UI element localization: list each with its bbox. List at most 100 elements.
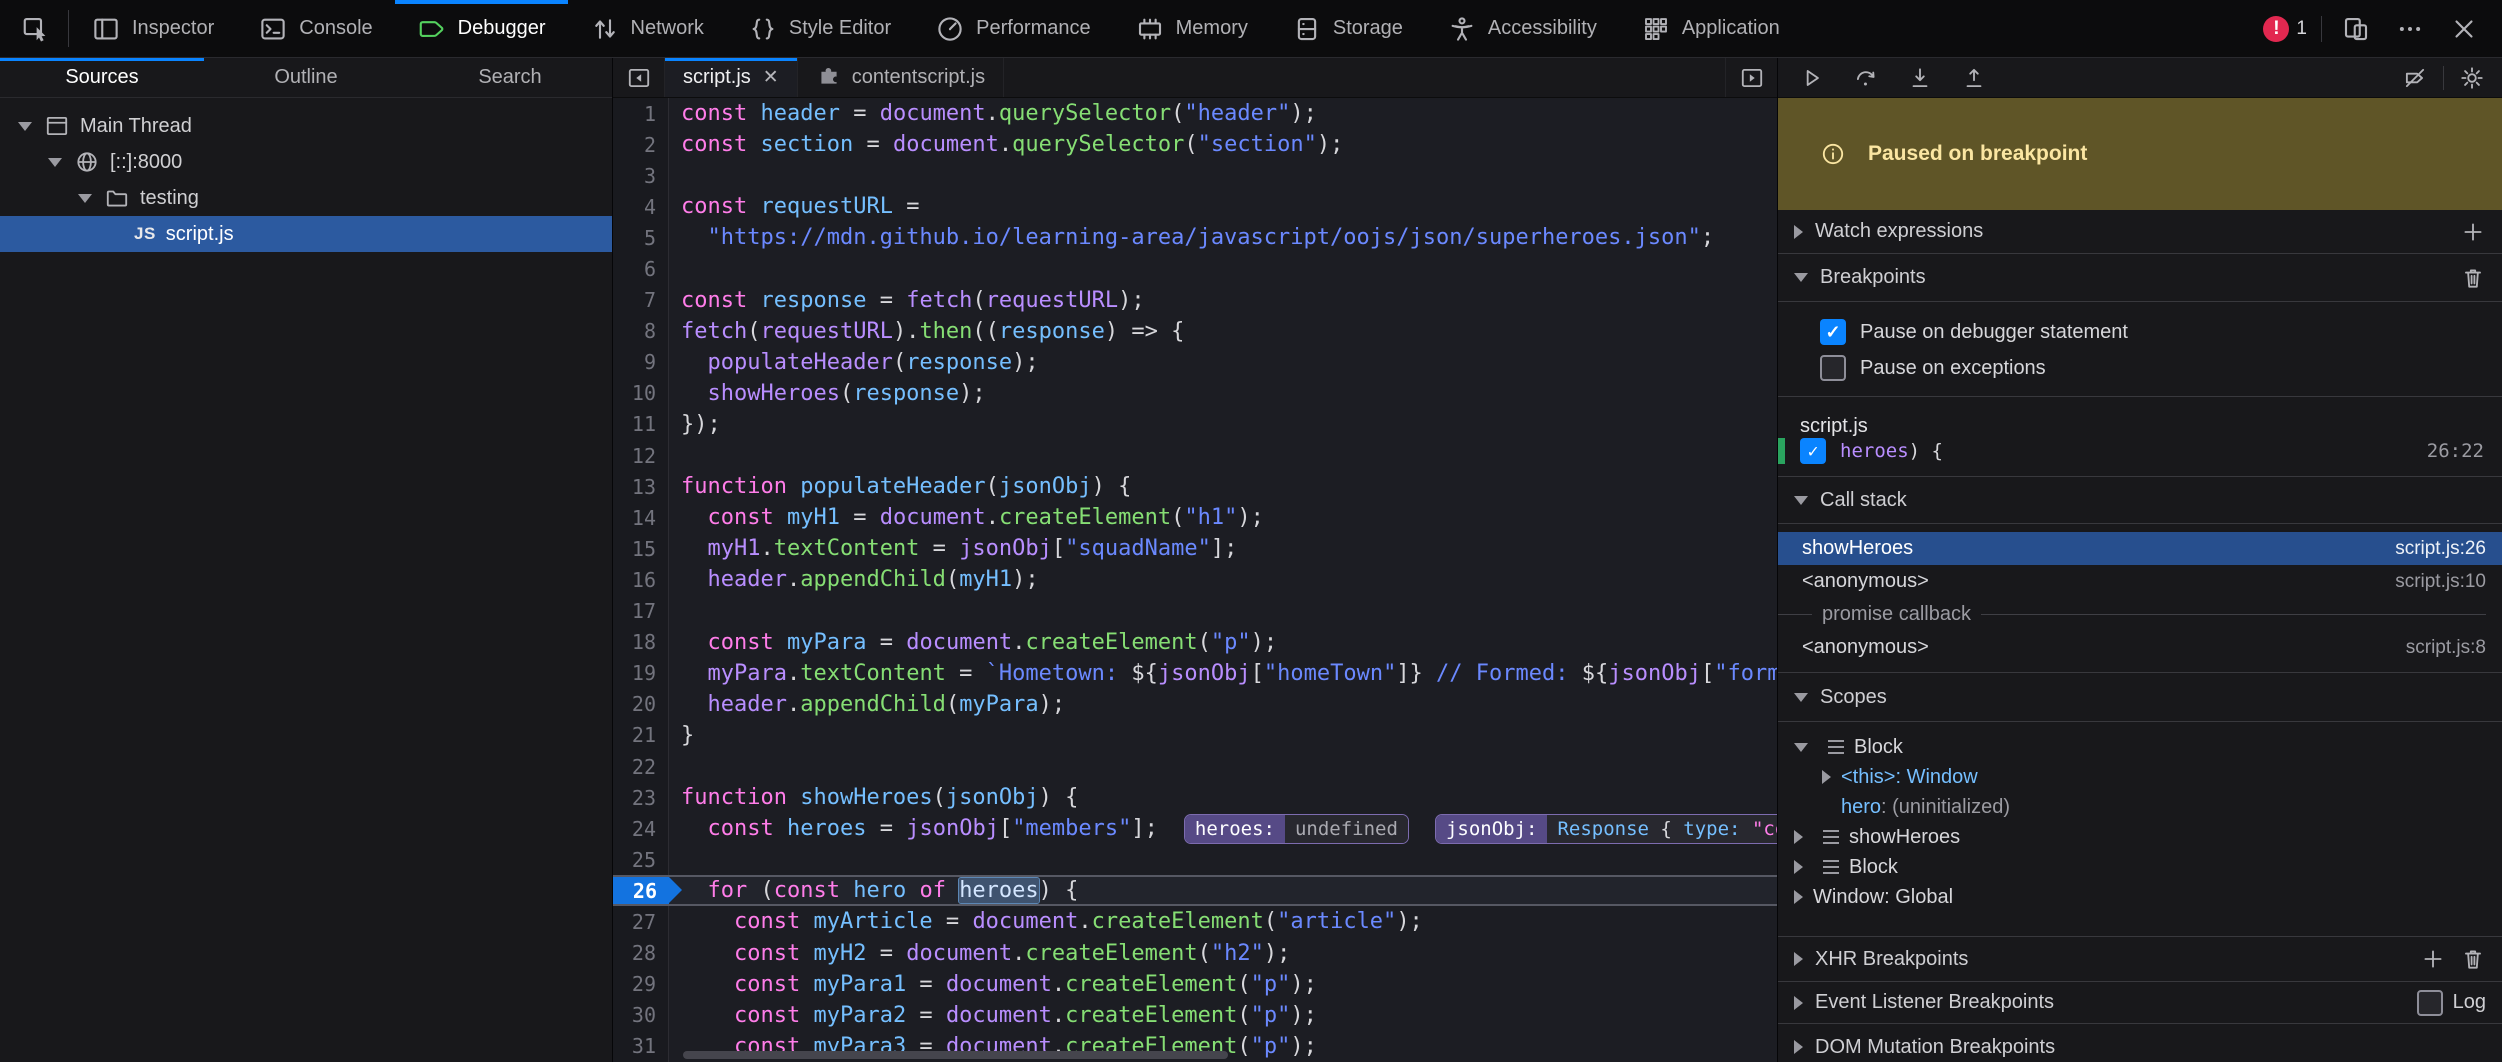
code-line-2[interactable]: 2const section = document.querySelector(… — [613, 129, 1777, 160]
code-line-22[interactable]: 22 — [613, 751, 1777, 782]
section-event-listener-breakpoints[interactable]: Event Listener Breakpoints Log — [1778, 982, 2502, 1024]
code-line-29[interactable]: 29 const myPara1 = document.createElemen… — [613, 969, 1777, 1000]
breakpoint-checkbox[interactable]: ✓ — [1800, 438, 1826, 464]
section-breakpoints[interactable]: Breakpoints — [1778, 254, 2502, 302]
tree-item-testing[interactable]: testing — [0, 180, 612, 216]
expand-panel-icon[interactable] — [1725, 58, 1777, 97]
line-number[interactable]: 5 — [613, 222, 669, 253]
tree-item-main-thread[interactable]: Main Thread — [0, 108, 612, 144]
expander-icon[interactable] — [48, 158, 62, 167]
expander-icon[interactable] — [1822, 770, 1831, 784]
code-line-3[interactable]: 3 — [613, 160, 1777, 191]
sidebar-tab-sources[interactable]: Sources — [0, 58, 204, 97]
expander-icon[interactable] — [1794, 830, 1803, 844]
code-line-8[interactable]: 8fetch(requestURL).then((response) => { — [613, 316, 1777, 347]
code-line-15[interactable]: 15 myH1.textContent = jsonObj["squadName… — [613, 533, 1777, 564]
tab-inspector[interactable]: Inspector — [69, 0, 236, 57]
code-line-11[interactable]: 11}); — [613, 409, 1777, 440]
line-number[interactable]: 30 — [613, 1000, 669, 1031]
tab-style-editor[interactable]: Style Editor — [726, 0, 913, 57]
line-number[interactable]: 1 — [613, 98, 669, 129]
editor-tab-script-js[interactable]: script.js✕ — [665, 58, 798, 97]
expander-icon[interactable] — [1794, 890, 1803, 904]
checkbox[interactable]: ✓ — [1820, 319, 1846, 345]
line-number[interactable]: 27 — [613, 906, 669, 937]
scope-row[interactable]: Block — [1778, 732, 2502, 762]
code-line-21[interactable]: 21} — [613, 720, 1777, 751]
code-line-25[interactable]: 25 — [613, 844, 1777, 875]
tab-console[interactable]: Console — [236, 0, 394, 57]
step-in-icon[interactable] — [1900, 58, 1940, 98]
scope-row[interactable]: showHeroes — [1778, 822, 2502, 852]
step-over-icon[interactable] — [1846, 58, 1886, 98]
code-line-30[interactable]: 30 const myPara2 = document.createElemen… — [613, 1000, 1777, 1031]
breakpoint-option[interactable]: Pause on exceptions — [1778, 350, 2502, 386]
code-line-26[interactable]: 26 for (const hero of heroes) { — [613, 875, 1777, 906]
section-dom-mutation-breakpoints[interactable]: DOM Mutation Breakpoints — [1778, 1024, 2502, 1062]
stack-frame[interactable]: <anonymous>script.js:10 — [1778, 565, 2502, 598]
code-line-10[interactable]: 10 showHeroes(response); — [613, 378, 1777, 409]
scope-row[interactable]: Block — [1778, 852, 2502, 882]
sidebar-tab-search[interactable]: Search — [408, 58, 612, 97]
checkbox[interactable] — [1820, 355, 1846, 381]
code-line-14[interactable]: 14 const myH1 = document.createElement("… — [613, 502, 1777, 533]
remove-xhr-breakpoints-icon[interactable] — [2460, 946, 2486, 972]
code-editor[interactable]: 1const header = document.querySelector("… — [613, 98, 1777, 1062]
line-number[interactable]: 14 — [613, 502, 669, 533]
line-number[interactable]: 16 — [613, 564, 669, 595]
tree-item-script-js[interactable]: JSscript.js — [0, 216, 612, 252]
code-line-18[interactable]: 18 const myPara = document.createElement… — [613, 627, 1777, 658]
deactivate-breakpoints-icon[interactable] — [2395, 58, 2435, 98]
stack-frame[interactable]: showHeroesscript.js:26 — [1778, 532, 2502, 565]
editor-tab-contentscript-js[interactable]: contentscript.js — [798, 58, 1004, 97]
code-line-20[interactable]: 20 header.appendChild(myPara); — [613, 689, 1777, 720]
tab-performance[interactable]: Performance — [913, 0, 1113, 57]
code-line-12[interactable]: 12 — [613, 440, 1777, 471]
code-line-4[interactable]: 4const requestURL = — [613, 191, 1777, 222]
code-line-16[interactable]: 16 header.appendChild(myH1); — [613, 564, 1777, 595]
close-icon[interactable] — [2444, 9, 2484, 49]
expander-icon[interactable] — [1794, 860, 1803, 874]
meatball-menu-icon[interactable] — [2390, 9, 2430, 49]
line-number[interactable]: 24 — [613, 813, 669, 844]
tab-application[interactable]: Application — [1619, 0, 1802, 57]
code-line-5[interactable]: 5 "https://mdn.github.io/learning-area/j… — [613, 222, 1777, 253]
line-number[interactable]: 9 — [613, 347, 669, 378]
line-number[interactable]: 4 — [613, 191, 669, 222]
code-line-28[interactable]: 28 const myH2 = document.createElement("… — [613, 938, 1777, 969]
tab-storage[interactable]: Storage — [1270, 0, 1425, 57]
line-number[interactable]: 29 — [613, 969, 669, 1000]
line-number[interactable]: 25 — [613, 844, 669, 875]
line-number[interactable]: 28 — [613, 938, 669, 969]
expander-icon[interactable] — [1794, 743, 1808, 752]
pick-element-icon[interactable] — [16, 9, 56, 49]
responsive-design-icon[interactable] — [2336, 9, 2376, 49]
stack-frame[interactable]: <anonymous>script.js:8 — [1778, 631, 2502, 664]
line-number[interactable]: 11 — [613, 409, 669, 440]
line-number[interactable]: 8 — [613, 316, 669, 347]
code-line-19[interactable]: 19 myPara.textContent = `Hometown: ${jso… — [613, 658, 1777, 689]
code-line-6[interactable]: 6 — [613, 253, 1777, 284]
paused-line-number[interactable]: 26 — [613, 877, 669, 904]
section-xhr-breakpoints[interactable]: XHR Breakpoints — [1778, 936, 2502, 982]
expander-icon[interactable] — [78, 194, 92, 203]
line-number[interactable]: 15 — [613, 533, 669, 564]
tree-item--8000[interactable]: [::]:8000 — [0, 144, 612, 180]
tab-network[interactable]: Network — [568, 0, 726, 57]
section-call-stack[interactable]: Call stack — [1778, 476, 2502, 524]
add-xhr-breakpoint-icon[interactable] — [2420, 946, 2446, 972]
log-checkbox[interactable] — [2417, 990, 2443, 1016]
line-number[interactable]: 17 — [613, 596, 669, 627]
line-number[interactable]: 31 — [613, 1031, 669, 1062]
breakpoint-option[interactable]: ✓Pause on debugger statement — [1778, 314, 2502, 350]
step-out-icon[interactable] — [1954, 58, 1994, 98]
line-number[interactable]: 3 — [613, 160, 669, 191]
collapse-sidebar-icon[interactable] — [613, 58, 665, 97]
scope-row[interactable]: <this>: Window — [1778, 762, 2502, 792]
line-number[interactable]: 12 — [613, 440, 669, 471]
scope-row[interactable]: Window: Global — [1778, 882, 2502, 912]
line-number[interactable]: 20 — [613, 689, 669, 720]
line-number[interactable]: 23 — [613, 782, 669, 813]
error-badge[interactable]: ! 1 — [2263, 16, 2307, 42]
tab-memory[interactable]: Memory — [1113, 0, 1270, 57]
